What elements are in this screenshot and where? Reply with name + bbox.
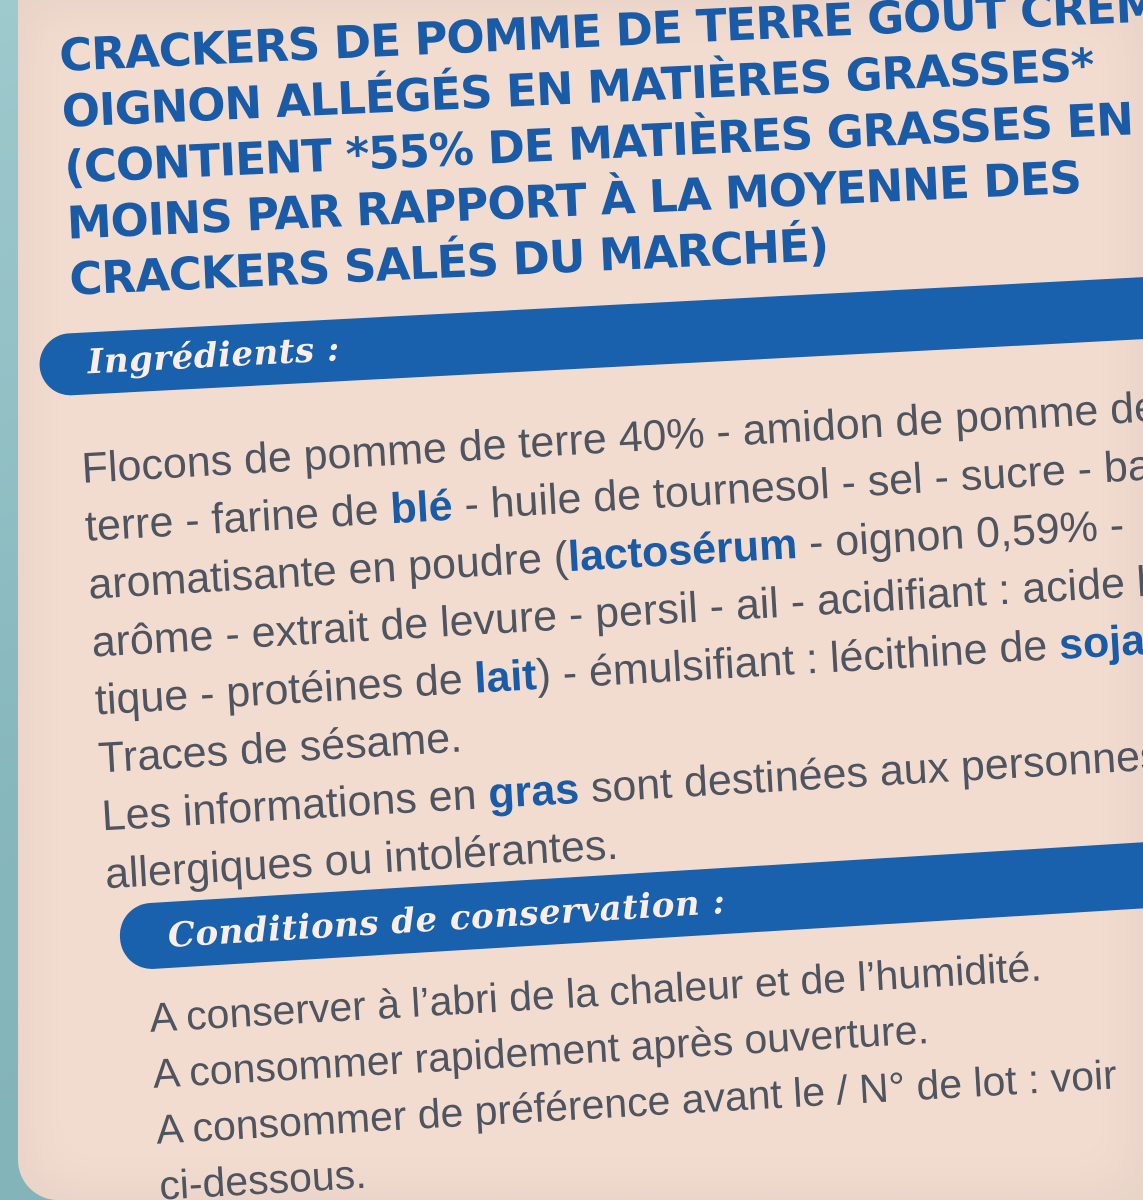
- allergen-highlight: lactosérum: [566, 519, 799, 582]
- ingredients-heading: Ingrédients :: [86, 329, 341, 383]
- allergen-highlight: lait: [473, 651, 538, 703]
- product-label: CRACKERS DE POMME DE TERRE GOÛT CRÈME OI…: [18, 0, 1143, 1200]
- allergen-highlight: gras: [486, 764, 581, 819]
- allergen-highlight: soja: [1057, 616, 1143, 669]
- product-headline: CRACKERS DE POMME DE TERRE GOÛT CRÈME OI…: [58, 0, 1143, 308]
- allergen-highlight: blé: [389, 481, 454, 534]
- ingredients-text: Flocons de pomme de terre 40% - amidon d…: [80, 379, 1143, 903]
- conservation-text: A conserver à l’abri de la chaleur et de…: [148, 932, 1143, 1200]
